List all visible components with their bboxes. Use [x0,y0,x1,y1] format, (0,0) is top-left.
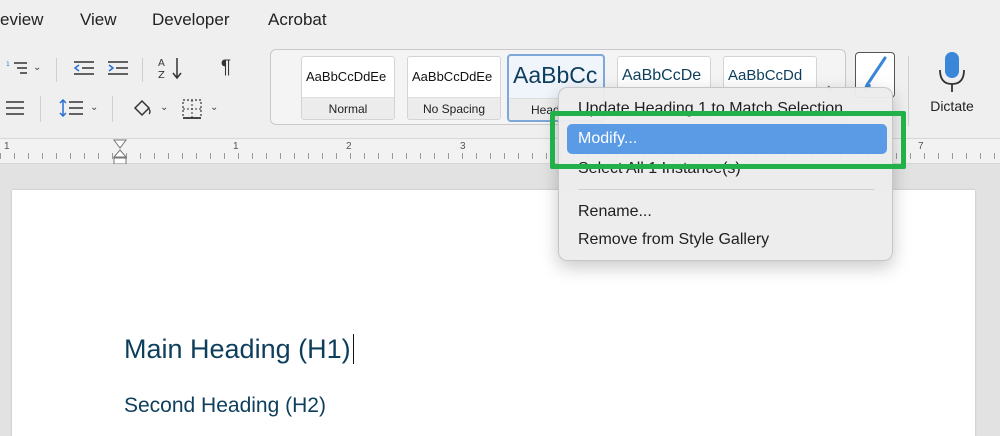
divider [40,96,41,122]
divider [908,56,909,126]
chevron-down-icon[interactable]: ⌄ [33,62,41,73]
svg-text:A: A [158,58,165,69]
ruler-number: 1 [4,141,10,152]
multilevel-list-icon[interactable]: 1 [4,58,30,78]
borders-icon[interactable] [180,97,204,121]
style-sample: AaBbCcDd [728,67,803,84]
pilcrow-icon[interactable]: ¶ [216,56,236,80]
menu-review[interactable]: eview [0,10,43,30]
style-sample: AaBbCcDe [622,67,702,84]
ruler-number: 2 [346,141,352,152]
menu-item-rename[interactable]: Rename... [578,203,652,221]
line-spacing-icon[interactable] [58,98,84,118]
chevron-down-icon[interactable]: ⌄ [90,102,98,113]
heading-1-text[interactable]: Main Heading (H1) [124,334,355,365]
menu-bar: eview View Developer Acrobat [0,0,1000,42]
ruler-number: 1 [233,141,239,152]
menu-item-remove-from-gallery[interactable]: Remove from Style Gallery [578,231,769,249]
divider [56,58,57,82]
heading-2-text[interactable]: Second Heading (H2) [124,394,326,418]
highlight-callout [550,111,906,169]
svg-text:Z: Z [158,70,165,80]
increase-indent-icon[interactable] [106,58,130,78]
text-cursor [352,334,355,364]
divider [142,58,143,82]
menu-separator [578,189,874,190]
style-name: Normal [302,97,394,119]
indent-marker-icon[interactable] [113,139,127,165]
decrease-indent-icon[interactable] [72,58,96,78]
justify-icon[interactable] [4,98,26,118]
shading-icon[interactable] [130,96,154,120]
dictate-button[interactable]: Dictate [920,50,984,116]
style-sample: AaBbCcDdEe [412,69,493,84]
svg-text:1: 1 [6,61,10,68]
style-sample: AaBbCc [513,62,598,88]
ruler-number: 7 [918,141,924,152]
microphone-icon [939,52,965,92]
dictate-label: Dictate [930,98,974,114]
style-normal[interactable]: AaBbCcDdEe Normal [301,56,395,120]
menu-developer[interactable]: Developer [152,10,230,30]
ruler-number: 3 [460,141,466,152]
sort-icon[interactable]: AZ [156,56,186,80]
style-name: No Spacing [408,97,500,119]
style-sample: AaBbCcDdEe [306,69,387,84]
chevron-down-icon[interactable]: ⌄ [160,102,168,113]
menu-acrobat[interactable]: Acrobat [268,10,327,30]
menu-view[interactable]: View [80,10,117,30]
style-no-spacing[interactable]: AaBbCcDdEe No Spacing [407,56,501,120]
divider [112,96,113,122]
chevron-down-icon[interactable]: ⌄ [210,102,218,113]
